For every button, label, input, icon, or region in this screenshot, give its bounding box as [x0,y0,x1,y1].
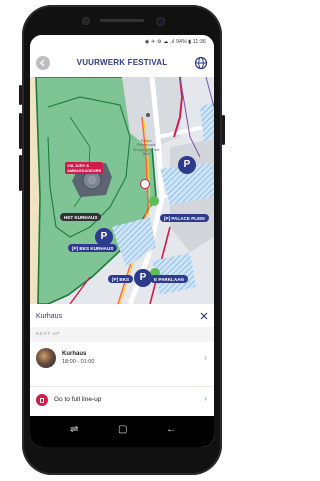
phone-frame: ◉ ✈ ⚙ ☁ .ıl 94% ▮ 11:36 VUURWERK FESTIVA… [19,5,225,475]
sheet-title: Kurhaus [36,313,63,320]
close-icon[interactable] [200,312,208,320]
volume-down-button [19,113,22,149]
bus-stop-icon[interactable] [149,196,159,206]
earpiece [100,19,144,22]
map-label-parklaan[interactable]: E PARKLAAN [150,275,188,283]
event-row[interactable]: Kurhaus 18:00 - 01:00 › [30,342,214,374]
back-nav-icon[interactable]: ← [166,424,176,435]
recents-icon[interactable]: ⇌ [70,424,78,435]
no-entry-icon [140,179,150,189]
chevron-right-icon: › [204,394,207,403]
status-text: ◉ ✈ ⚙ ☁ .ıl 94% ▮ 11:36 [144,39,206,45]
map-label-palace-plein[interactable]: [P] PALACE PLEIN [160,214,209,222]
lineup-label: Go to full line-up [54,396,102,403]
section-label: NEXT UP [36,331,61,336]
back-arrow-icon [40,59,45,67]
divider [30,386,214,387]
lineup-icon [36,394,48,406]
sensor [82,17,90,25]
parking-icon[interactable]: P [178,156,196,174]
system-nav-bar: ⇌ ▢ ← [30,416,214,447]
app-header: VUURWERK FESTIVAL [30,49,214,78]
full-lineup-row[interactable]: Go to full line-up › [30,388,214,414]
festival-map[interactable]: P P P VIA JURY & AMBASSADEURS HET KURHAU… [30,77,214,304]
event-name: Kurhaus [62,351,87,357]
globe-icon[interactable] [194,56,208,70]
event-thumbnail [36,348,56,368]
event-time: 18:00 - 01:00 [62,359,95,365]
status-bar: ◉ ✈ ⚙ ☁ .ıl 94% ▮ 11:36 [30,35,214,49]
bottom-sheet: Kurhaus NEXT UP Kurhaus 18:00 - 01:00 › … [30,304,214,416]
bixby-button [19,155,22,191]
map-label-palace-promenade: Palace Promenade Shopping for the Best [133,139,160,157]
page-title: VUURWERK FESTIVAL [76,58,168,67]
map-label-het-kurhaus[interactable]: HET KURHAUS [60,213,102,221]
front-camera [156,17,165,26]
map-label-bks-parklaan[interactable]: [P] BKS [108,275,134,283]
home-icon[interactable]: ▢ [118,424,127,435]
volume-up-button [19,85,22,105]
chevron-right-icon: › [204,353,207,362]
map-label-jury: VIA JURY & AMBASSADEURS [65,162,104,174]
map-label-bks-kurhaus[interactable]: [P] BKS KURHAUS [68,244,118,252]
power-button [222,115,225,145]
next-up-section: NEXT UP [30,327,214,342]
screen: ◉ ✈ ⚙ ☁ .ıl 94% ▮ 11:36 VUURWERK FESTIVA… [30,35,214,447]
back-button[interactable] [36,56,50,70]
map-canvas[interactable] [30,77,214,304]
